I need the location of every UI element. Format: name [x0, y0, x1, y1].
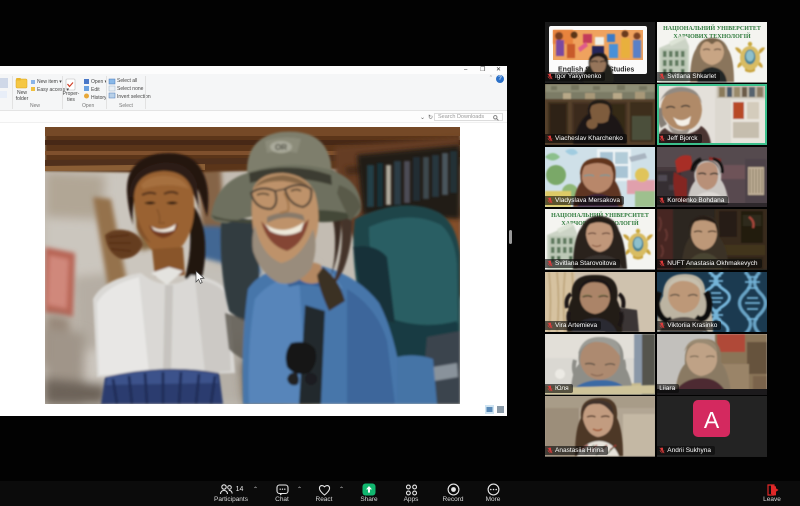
svg-text:НАЦІОНАЛЬНИЙ УНІВЕРСИТЕТ: НАЦІОНАЛЬНИЙ УНІВЕРСИТЕТ — [663, 24, 761, 32]
svg-text:Studies: Studies — [609, 67, 634, 74]
svg-text:A: A — [704, 407, 720, 433]
svg-text:OR: OR — [275, 143, 287, 152]
